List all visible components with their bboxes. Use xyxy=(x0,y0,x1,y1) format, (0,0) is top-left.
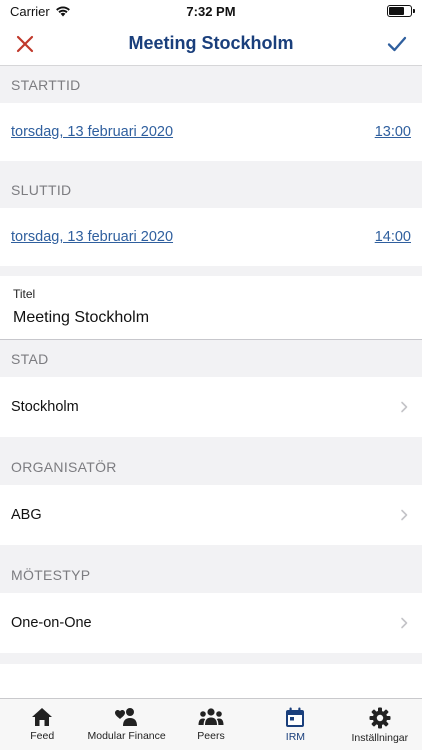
people-heart-icon xyxy=(114,708,137,726)
end-date-link[interactable]: torsdag, 13 februari 2020 xyxy=(11,229,173,245)
start-date-link[interactable]: torsdag, 13 februari 2020 xyxy=(11,124,173,140)
battery-icon xyxy=(387,5,415,17)
end-section-header: SLUTTID xyxy=(11,182,72,198)
status-bar: Carrier 7:32 PM xyxy=(0,0,422,22)
organizer-section-header: ORGANISATÖR xyxy=(11,459,117,475)
start-row: torsdag, 13 februari 2020 13:00 xyxy=(0,103,422,161)
calendar-icon xyxy=(286,707,305,727)
organizer-selector[interactable]: ABG xyxy=(0,485,422,545)
carrier-label: Carrier xyxy=(10,3,50,19)
nav-bar: Meeting Stockholm xyxy=(0,22,422,66)
home-icon xyxy=(32,708,53,726)
tab-settings[interactable]: Inställningar xyxy=(338,699,422,750)
cancel-button[interactable] xyxy=(12,31,38,57)
organizer-value: ABG xyxy=(11,507,42,523)
chevron-right-icon xyxy=(401,509,408,521)
tab-peers[interactable]: Peers xyxy=(169,699,253,750)
end-row: torsdag, 13 februari 2020 14:00 xyxy=(0,208,422,266)
tab-peers-label: Peers xyxy=(197,730,225,742)
gear-icon xyxy=(369,707,391,729)
start-section-header: STARTTID xyxy=(11,77,81,93)
tab-feed-label: Feed xyxy=(30,730,55,742)
start-time-link[interactable]: 13:00 xyxy=(375,124,411,140)
chevron-right-icon xyxy=(401,617,408,629)
page-title: Meeting Stockholm xyxy=(128,33,294,53)
meeting-type-value: One-on-One xyxy=(11,615,92,631)
tab-irm[interactable]: IRM xyxy=(253,699,337,750)
meeting-type-selector[interactable]: One-on-One xyxy=(0,593,422,653)
checkmark-icon xyxy=(387,36,407,51)
tab-feed[interactable]: Feed xyxy=(0,699,84,750)
tab-bar: Feed Modular Finance Peers IRM Inställni… xyxy=(0,698,422,750)
save-button[interactable] xyxy=(384,31,410,57)
title-field[interactable]: Titel Meeting Stockholm xyxy=(0,276,422,340)
city-selector[interactable]: Stockholm xyxy=(0,377,422,437)
city-section-header: STAD xyxy=(11,351,49,367)
form-content: STARTTID torsdag, 13 februari 2020 13:00… xyxy=(0,66,422,698)
title-input[interactable]: Meeting Stockholm xyxy=(13,309,409,327)
chevron-right-icon xyxy=(401,401,408,413)
meeting-type-section-header: MÖTESTYP xyxy=(11,567,91,583)
tab-modular-finance-label: Modular Finance xyxy=(87,730,166,742)
wifi-icon xyxy=(55,6,70,17)
title-label: Titel xyxy=(13,287,36,301)
close-icon xyxy=(16,35,34,52)
status-left: Carrier xyxy=(10,4,71,19)
next-row-partial xyxy=(0,664,422,698)
tab-settings-label: Inställningar xyxy=(351,732,409,744)
city-value: Stockholm xyxy=(11,399,79,415)
group-icon xyxy=(198,708,224,725)
end-time-link[interactable]: 14:00 xyxy=(375,229,411,245)
tab-irm-label: IRM xyxy=(285,731,306,743)
tab-modular-finance[interactable]: Modular Finance xyxy=(84,699,168,750)
